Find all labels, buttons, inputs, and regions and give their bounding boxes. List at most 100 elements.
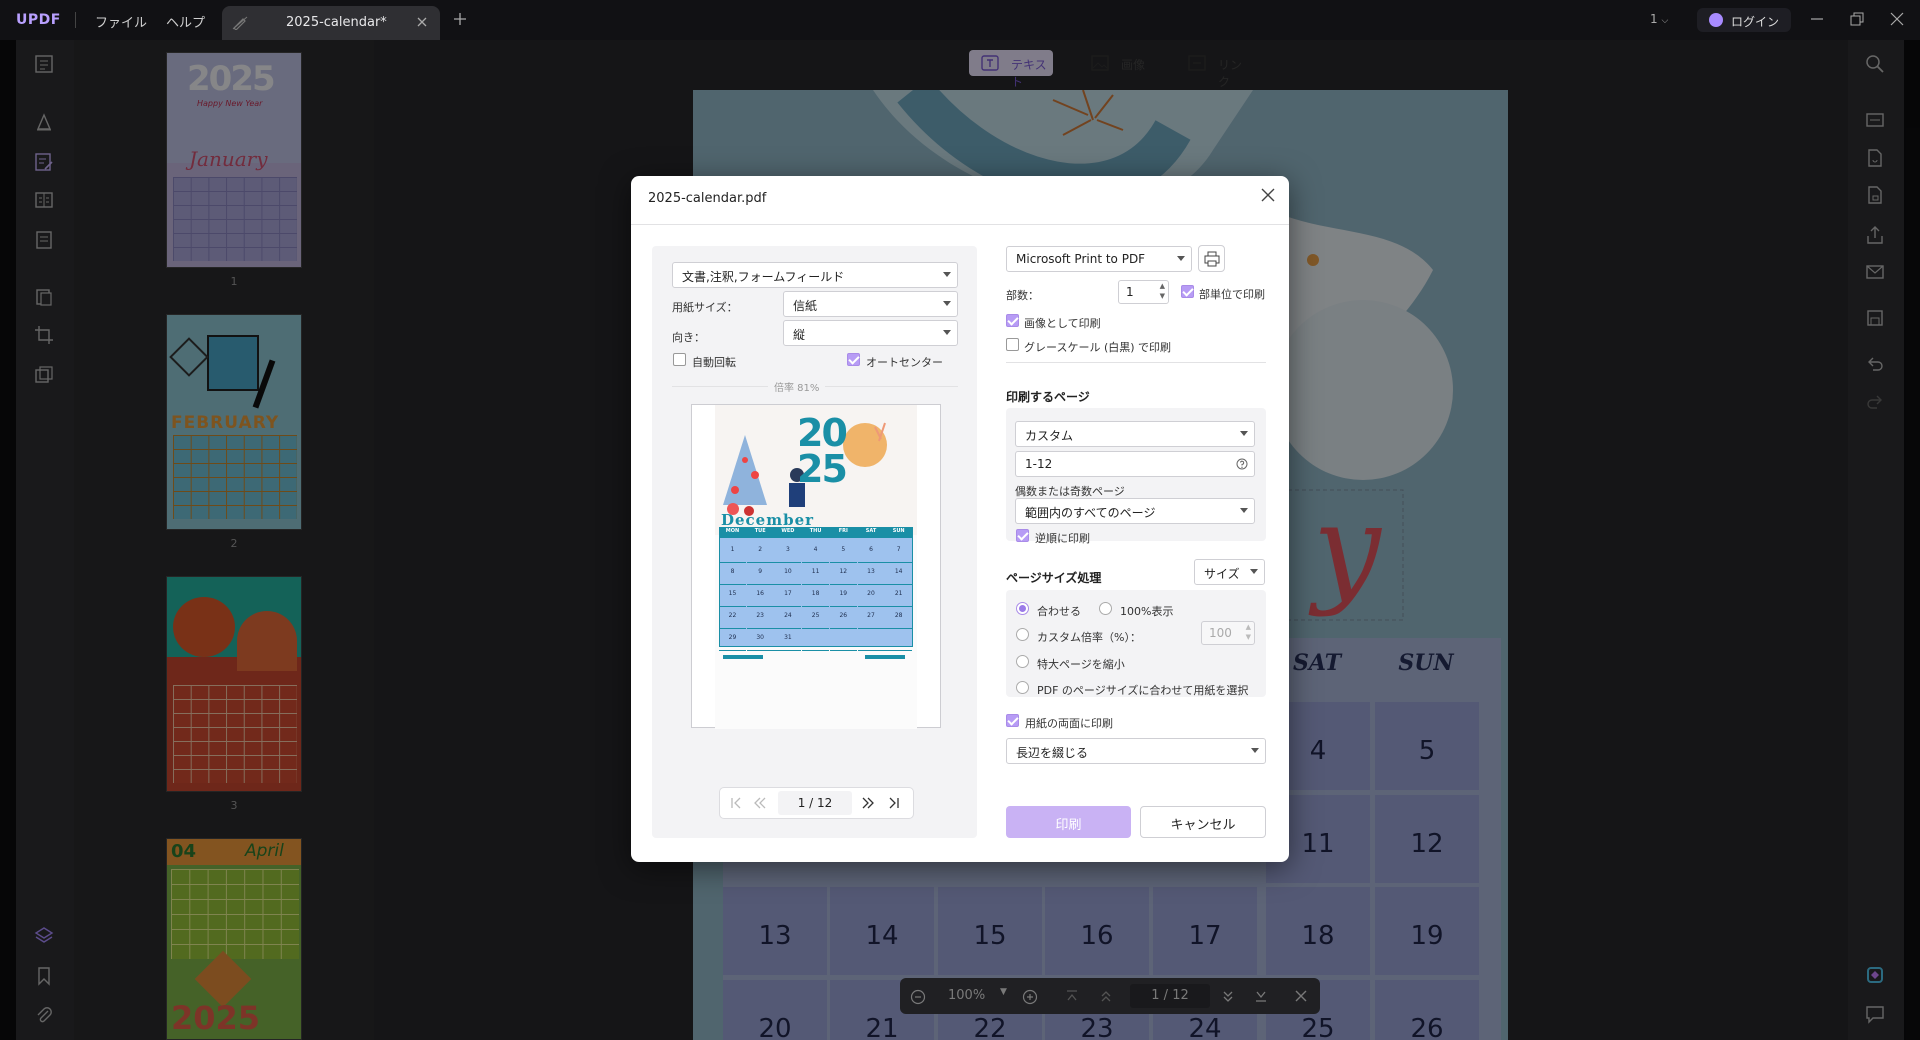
page-separator: / bbox=[809, 796, 814, 810]
chevron-down-icon bbox=[943, 330, 951, 335]
previous-page-icon[interactable] bbox=[754, 797, 766, 809]
odd-even-select[interactable]: 範囲内のすべてのページ bbox=[1015, 498, 1255, 524]
login-button[interactable]: ログイン bbox=[1697, 8, 1791, 32]
page-size-mode-value: サイズ bbox=[1204, 567, 1240, 581]
duplex-mode-select[interactable]: 長辺を綴じる bbox=[1006, 738, 1266, 764]
close-dialog-icon[interactable] bbox=[1261, 188, 1275, 202]
page-selector-value: 1 bbox=[1650, 12, 1658, 26]
preview-day-header: TUE bbox=[754, 528, 766, 534]
restore-icon[interactable] bbox=[1850, 12, 1864, 26]
preview-day-header: SAT bbox=[865, 528, 877, 534]
preview-day: 21 bbox=[885, 583, 913, 607]
close-tab-icon[interactable] bbox=[416, 16, 428, 28]
reverse-order-checkbox[interactable] bbox=[1016, 529, 1029, 542]
last-page-icon[interactable] bbox=[888, 797, 900, 809]
preview-day: 26 bbox=[829, 605, 857, 629]
preview-day bbox=[829, 627, 857, 651]
chevron-down-icon bbox=[1240, 431, 1248, 436]
document-tab[interactable]: 2025-calendar* bbox=[222, 6, 440, 40]
paper-size-label: 用紙サイズ： bbox=[672, 301, 738, 314]
custom-scale-value: 100 bbox=[1209, 626, 1232, 640]
next-page-icon[interactable] bbox=[862, 797, 874, 809]
print-as-image-checkbox[interactable] bbox=[1006, 314, 1019, 327]
preview-pagination: 1 / 12 bbox=[719, 787, 914, 819]
chevron-down-icon bbox=[943, 301, 951, 306]
duplex-mode-value: 長辺を綴じる bbox=[1016, 746, 1089, 760]
avatar bbox=[1709, 13, 1723, 27]
preview-day: 3 bbox=[774, 539, 802, 563]
new-tab-icon[interactable] bbox=[453, 12, 467, 26]
page-size-section-title: ページサイズ処理 bbox=[1006, 571, 1102, 585]
custom-scale-radio[interactable] bbox=[1016, 628, 1029, 641]
grayscale-checkbox[interactable] bbox=[1006, 338, 1019, 351]
auto-rotate-label: 自動回転 bbox=[692, 356, 736, 369]
custom-scale-input[interactable]: 100 ▲ ▼ bbox=[1201, 621, 1255, 645]
odd-even-value: 範囲内のすべてのページ bbox=[1025, 506, 1156, 520]
fit-radio[interactable] bbox=[1016, 602, 1029, 615]
preview-day: 7 bbox=[885, 539, 913, 563]
stepper-arrows-icon[interactable]: ▲ ▼ bbox=[1246, 622, 1251, 642]
fit-label: 合わせる bbox=[1037, 605, 1081, 618]
shrink-radio[interactable] bbox=[1016, 655, 1029, 668]
pages-mode-select[interactable]: カスタム bbox=[1015, 421, 1255, 447]
pages-mode-value: カスタム bbox=[1025, 429, 1074, 443]
printer-value: Microsoft Print to PDF bbox=[1016, 252, 1146, 266]
preview-day: 13 bbox=[857, 561, 885, 585]
first-page-icon[interactable] bbox=[730, 797, 742, 809]
preview-day: 18 bbox=[802, 583, 830, 607]
copies-stepper[interactable]: 1 ▲ ▼ bbox=[1118, 280, 1169, 304]
cancel-button[interactable]: キャンセル bbox=[1140, 806, 1266, 838]
preview-day: 23 bbox=[746, 605, 774, 629]
help-icon[interactable] bbox=[1236, 458, 1248, 470]
content-select[interactable]: 文書,注釈,フォームフィールド bbox=[672, 262, 958, 288]
page-selector[interactable]: 1 ⌵ bbox=[1650, 12, 1668, 26]
preview-day-header: FRI bbox=[838, 528, 848, 534]
menu-file[interactable]: ファイル bbox=[95, 12, 147, 31]
collate-checkbox[interactable] bbox=[1181, 285, 1194, 298]
chevron-down-icon bbox=[1251, 748, 1259, 753]
page-range-input[interactable]: 1-12 bbox=[1015, 451, 1255, 477]
preview-day: 4 bbox=[802, 539, 830, 563]
auto-center-checkbox[interactable] bbox=[847, 353, 860, 366]
print-button[interactable]: 印刷 bbox=[1006, 806, 1131, 838]
page-range-value: 1-12 bbox=[1025, 457, 1053, 471]
choose-paper-label: PDF のページサイズに合わせて用紙を選択 bbox=[1037, 684, 1249, 697]
preview-day: 29 bbox=[719, 627, 746, 651]
scale-text: 倍率 81% bbox=[768, 379, 826, 394]
odd-even-label: 偶数または奇数ページ bbox=[1015, 485, 1125, 498]
preview-day: 27 bbox=[857, 605, 885, 629]
printer-properties-icon[interactable] bbox=[1198, 245, 1225, 272]
shrink-label: 特大ページを縮小 bbox=[1037, 658, 1125, 671]
minimize-icon[interactable] bbox=[1810, 12, 1824, 26]
auto-rotate-checkbox[interactable] bbox=[673, 353, 686, 366]
dialog-title: 2025-calendar.pdf bbox=[648, 191, 767, 206]
preview-day: 22 bbox=[719, 605, 746, 629]
stepper-arrows-icon[interactable]: ▲ ▼ bbox=[1160, 281, 1165, 301]
preview-day: 24 bbox=[774, 605, 802, 629]
preview-day: 25 bbox=[802, 605, 830, 629]
preview-day: 20 bbox=[857, 583, 885, 607]
chevron-down-icon bbox=[1240, 508, 1248, 513]
edit-icon bbox=[232, 16, 248, 30]
divider bbox=[631, 224, 1289, 225]
preview-page-field[interactable]: 1 / 12 bbox=[778, 791, 852, 815]
print-dialog: 2025-calendar.pdf 文書,注釈,フォームフィールド 用紙サイズ：… bbox=[631, 176, 1289, 862]
duplex-label: 用紙の両面に印刷 bbox=[1025, 717, 1113, 730]
paper-size-select[interactable]: 信紙 bbox=[783, 291, 958, 317]
orientation-select[interactable]: 縦 bbox=[783, 320, 958, 346]
close-window-icon[interactable] bbox=[1890, 12, 1904, 26]
copies-label: 部数： bbox=[1006, 289, 1039, 302]
actual-size-radio[interactable] bbox=[1099, 602, 1112, 615]
preview-day: 1 bbox=[719, 539, 746, 563]
page-size-mode-select[interactable]: サイズ bbox=[1194, 559, 1265, 585]
menu-help[interactable]: ヘルプ bbox=[166, 12, 205, 31]
print-as-image-label: 画像として印刷 bbox=[1024, 317, 1101, 330]
preview-day: 17 bbox=[774, 583, 802, 607]
chevron-down-icon: ⌵ bbox=[1661, 16, 1669, 26]
duplex-checkbox[interactable] bbox=[1006, 714, 1019, 727]
preview-current-page: 1 bbox=[797, 796, 806, 810]
preview-day: 6 bbox=[857, 539, 885, 563]
printer-select[interactable]: Microsoft Print to PDF bbox=[1006, 246, 1192, 272]
choose-paper-radio[interactable] bbox=[1016, 681, 1029, 694]
orientation-label: 向き： bbox=[672, 331, 705, 344]
